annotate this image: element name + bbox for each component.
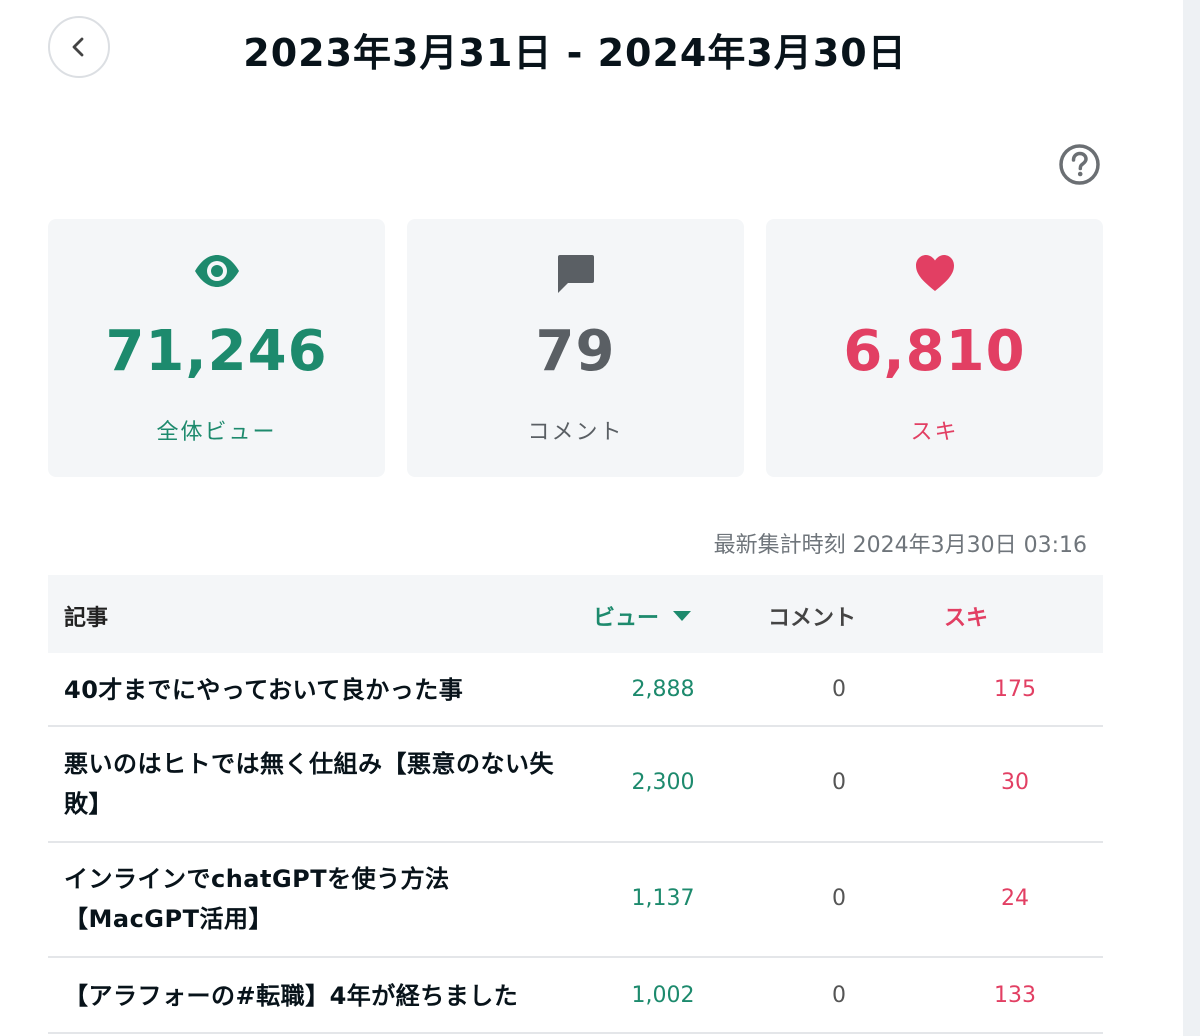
comment-icon <box>557 255 594 293</box>
article-likes: 175 <box>994 677 1036 702</box>
article-comments: 0 <box>832 886 846 911</box>
article-comments: 0 <box>832 770 846 795</box>
total-comments-value: 79 <box>535 319 616 384</box>
article-views: 1,002 <box>631 983 695 1008</box>
header: 2023年3月31日 - 2024年3月30日 <box>0 0 1183 100</box>
back-button[interactable] <box>48 16 110 78</box>
chevron-left-icon <box>72 37 84 57</box>
stats-cards: 71,246 全体ビュー 79 コメント 6,810 スキ <box>48 219 1103 477</box>
article-likes: 30 <box>1001 770 1029 795</box>
article-likes: 133 <box>994 983 1036 1008</box>
articles-table: 記事 ビュー コメント スキ 40才までにやっておいて良かった事 2,888 0… <box>48 575 1103 1034</box>
total-likes-label: スキ <box>910 420 959 445</box>
article-views: 2,300 <box>631 770 695 795</box>
total-comments-label: コメント <box>527 420 624 445</box>
article-views: 1,137 <box>631 886 695 911</box>
table-header: 記事 ビュー コメント スキ <box>48 575 1103 653</box>
article-title[interactable]: インラインでchatGPTを使う方法【MacGPT活用】 <box>64 859 554 939</box>
heart-icon <box>915 255 954 291</box>
question-circle-icon <box>1059 144 1100 185</box>
scrollbar-track[interactable] <box>1183 0 1200 1036</box>
article-likes: 24 <box>1001 886 1029 911</box>
column-header-views-label: ビュー <box>593 606 660 631</box>
table-row[interactable]: 【アラフォーの#転職】4年が経ちました 1,002 0 133 <box>48 958 1103 1034</box>
table-row[interactable]: 悪いのはヒトでは無く仕組み【悪意のない失敗】 2,300 0 30 <box>48 727 1103 843</box>
total-views-value: 71,246 <box>105 319 328 384</box>
article-comments: 0 <box>832 677 846 702</box>
article-comments: 0 <box>832 983 846 1008</box>
total-likes-value: 6,810 <box>843 319 1026 384</box>
help-button[interactable] <box>1058 143 1101 186</box>
article-title[interactable]: 40才までにやっておいて良かった事 <box>64 670 554 710</box>
article-title[interactable]: 悪いのはヒトでは無く仕組み【悪意のない失敗】 <box>64 744 554 824</box>
comments-card: 79 コメント <box>407 219 744 477</box>
total-views-label: 全体ビュー <box>156 420 277 445</box>
article-views: 2,888 <box>631 677 695 702</box>
table-row[interactable]: 40才までにやっておいて良かった事 2,888 0 175 <box>48 653 1103 727</box>
column-header-views[interactable]: ビュー <box>593 600 692 632</box>
eye-icon <box>194 255 239 287</box>
views-card: 71,246 全体ビュー <box>48 219 385 477</box>
likes-card: 6,810 スキ <box>766 219 1103 477</box>
column-header-comments[interactable]: コメント <box>768 600 856 632</box>
column-header-article: 記事 <box>64 606 109 631</box>
column-header-likes[interactable]: スキ <box>944 600 988 632</box>
page-title: 2023年3月31日 - 2024年3月30日 <box>243 31 907 75</box>
last-updated-text: 最新集計時刻 2024年3月30日 03:16 <box>713 533 1087 558</box>
article-title[interactable]: 【アラフォーの#転職】4年が経ちました <box>64 976 554 1016</box>
table-row[interactable]: インラインでchatGPTを使う方法【MacGPT活用】 1,137 0 24 <box>48 843 1103 958</box>
sort-desc-icon <box>673 611 692 621</box>
